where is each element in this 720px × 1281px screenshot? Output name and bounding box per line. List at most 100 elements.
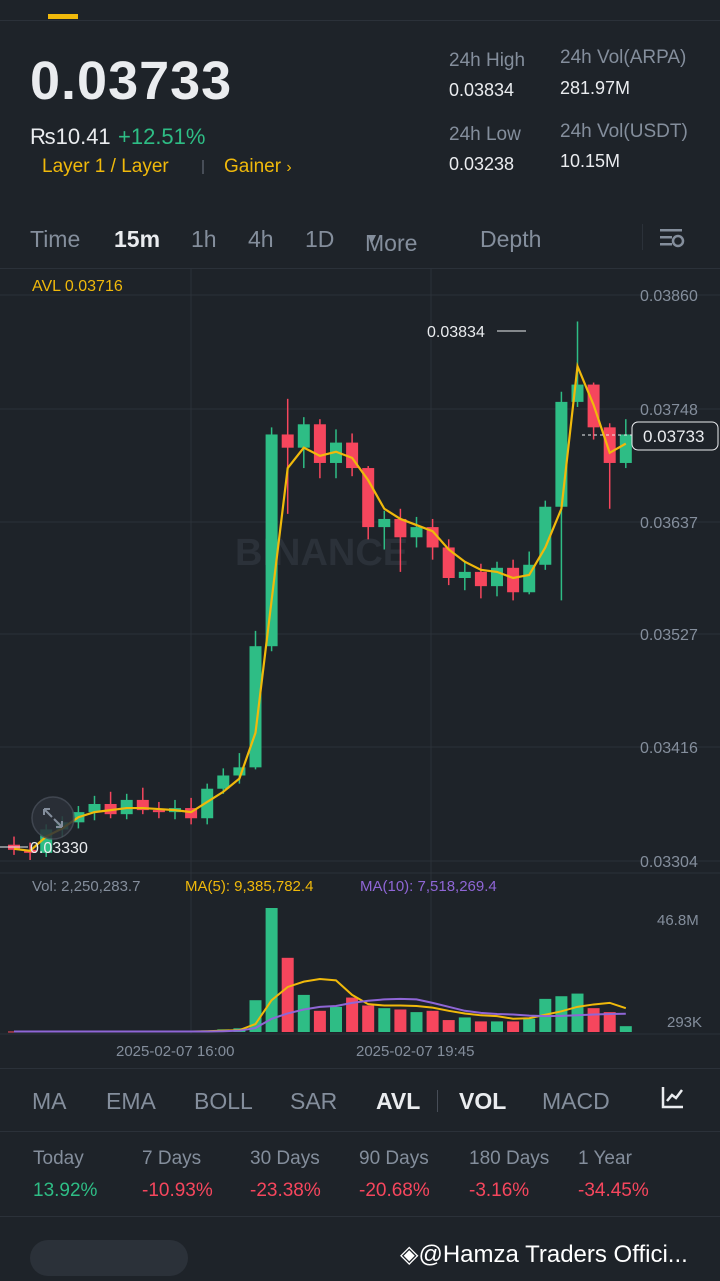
candle-body <box>281 434 294 448</box>
candle-body <box>265 434 278 647</box>
indicator-separator <box>437 1090 438 1112</box>
interval-tabs: Time 15m 1h 4h 1D More ▼ Depth <box>0 222 720 262</box>
candle-body <box>378 518 391 528</box>
y-tick-label: 0.03416 <box>640 740 698 757</box>
indicator-ema[interactable]: EMA <box>106 1088 156 1115</box>
gainer-label: Gainer <box>224 156 282 177</box>
tab-15m[interactable]: 15m <box>114 226 160 253</box>
vol-label: Vol: 2,250,283.7 <box>32 878 140 895</box>
tab-1h[interactable]: 1h <box>191 226 217 253</box>
candlestick-chart[interactable]: BINANCE 0.03860 0.03748 0.03637 0.03527 0.03… <box>0 268 720 1068</box>
volume-bar <box>265 908 278 1032</box>
volume-bar <box>281 957 294 1032</box>
binance-watermark: BINANCE <box>235 532 408 574</box>
volume-bar <box>442 1020 455 1032</box>
candle-body <box>507 567 520 593</box>
y-tick-label: 0.03748 <box>640 402 698 419</box>
volume-bar <box>362 1005 375 1032</box>
tab-time[interactable]: Time <box>30 226 80 253</box>
high-marker: 0.03834 <box>427 324 485 341</box>
perf-value-1y: -34.45% <box>578 1180 649 1201</box>
low-marker: 0.03330 <box>30 840 88 857</box>
perf-label-1y: 1 Year <box>578 1148 632 1169</box>
indicator-settings-icon[interactable] <box>660 1084 686 1116</box>
volume-bar <box>571 993 584 1032</box>
indicator-boll[interactable]: BOLL <box>194 1088 253 1115</box>
indicator-avl[interactable]: AVL <box>376 1088 420 1115</box>
volume-bar <box>313 1010 326 1032</box>
diamond-icon: ◈ <box>400 1241 419 1268</box>
y-tick-label: 0.03637 <box>640 515 698 532</box>
divider <box>0 1216 720 1217</box>
category-tag[interactable]: Layer 1 / Layer <box>42 156 169 177</box>
y-tick-label: 0.03527 <box>640 627 698 644</box>
vol-base-value: 281.97M <box>560 78 631 98</box>
perf-value-7d: -10.93% <box>142 1180 213 1201</box>
indicator-ma[interactable]: MA <box>32 1088 67 1115</box>
divider <box>0 20 720 21</box>
chart-settings-icon[interactable] <box>658 226 686 256</box>
perf-value-today: 13.92% <box>33 1180 98 1201</box>
volume-bar <box>330 1006 342 1032</box>
ma5-label: MA(5): 9,385,782.4 <box>185 878 313 895</box>
channel-watermark: ◈@Hamza Traders Offici... <box>400 1240 688 1269</box>
candle-body <box>217 775 230 789</box>
candle-body <box>474 571 487 587</box>
candle-body <box>603 427 616 463</box>
fiat-price: ₨10.41 <box>30 124 111 149</box>
candle-body <box>313 424 326 463</box>
current-price-label: 0.03733 <box>643 427 704 446</box>
perf-value-90d: -20.68% <box>359 1180 430 1201</box>
vol-quote-label: 24h Vol(USDT) <box>560 121 688 142</box>
volume-bar <box>587 1008 600 1032</box>
last-price: 0.03733 <box>30 51 233 111</box>
tab-depth[interactable]: Depth <box>480 226 541 253</box>
volume-bar <box>378 1008 391 1032</box>
price-chart[interactable]: BINANCE 0.03860 0.03748 0.03637 0.03527 0.03… <box>0 268 720 1068</box>
volume-bar <box>297 994 310 1032</box>
vol-axis-bottom: 293K <box>667 1014 702 1031</box>
divider <box>0 1068 720 1069</box>
x-axis-label-2: 2025-02-07 19:45 <box>356 1043 474 1060</box>
volume-bar <box>458 1017 471 1032</box>
perf-label-7d: 7 Days <box>142 1148 202 1169</box>
volume-bar <box>410 1012 423 1032</box>
candle-body <box>362 468 375 528</box>
indicator-vol[interactable]: VOL <box>459 1088 506 1115</box>
divider <box>0 1131 720 1132</box>
candle-body <box>458 571 471 578</box>
perf-label-180d: 180 Days <box>469 1148 550 1169</box>
high-label: 24h High <box>449 50 526 71</box>
volume-bar <box>555 996 568 1032</box>
watermark-text: @Hamza Traders Offici... <box>418 1241 688 1268</box>
indicator-sar[interactable]: SAR <box>290 1088 337 1115</box>
tab-1d[interactable]: 1D <box>305 226 334 253</box>
indicator-macd[interactable]: MACD <box>542 1088 610 1115</box>
volume-bar <box>523 1018 536 1032</box>
perf-label-today: Today <box>33 1148 84 1169</box>
expand-icon[interactable] <box>31 796 75 840</box>
caret-down-icon: ▼ <box>365 230 379 246</box>
perf-label-90d: 90 Days <box>359 1148 429 1169</box>
order-book-tab[interactable] <box>30 1240 188 1276</box>
x-axis-label-1: 2025-02-07 16:00 <box>116 1043 234 1060</box>
ma10-label: MA(10): 7,518,269.4 <box>360 878 497 895</box>
tab-4h[interactable]: 4h <box>248 226 274 253</box>
vol-base-label: 24h Vol(ARPA) <box>560 47 687 68</box>
active-tab-indicator <box>48 14 78 19</box>
tag-separator <box>202 160 204 174</box>
candle-body <box>410 527 423 538</box>
gainer-tag[interactable]: Gainer › <box>224 156 292 178</box>
vol-quote-value: 10.15M <box>560 151 621 171</box>
price-change: +12.51% <box>118 124 206 149</box>
y-tick-label: 0.03860 <box>640 288 698 305</box>
perf-value-30d: -23.38% <box>250 1180 321 1201</box>
y-tick-label: 0.03304 <box>640 854 698 871</box>
volume-bar <box>491 1021 503 1032</box>
candle-body <box>619 434 632 463</box>
candle-body <box>555 401 568 507</box>
candle-body <box>297 424 310 448</box>
indicator-tabs: MA EMA BOLL SAR AVL VOL MACD <box>0 1084 720 1124</box>
low-label: 24h Low <box>449 124 521 145</box>
chevron-right-icon: › <box>286 159 292 176</box>
